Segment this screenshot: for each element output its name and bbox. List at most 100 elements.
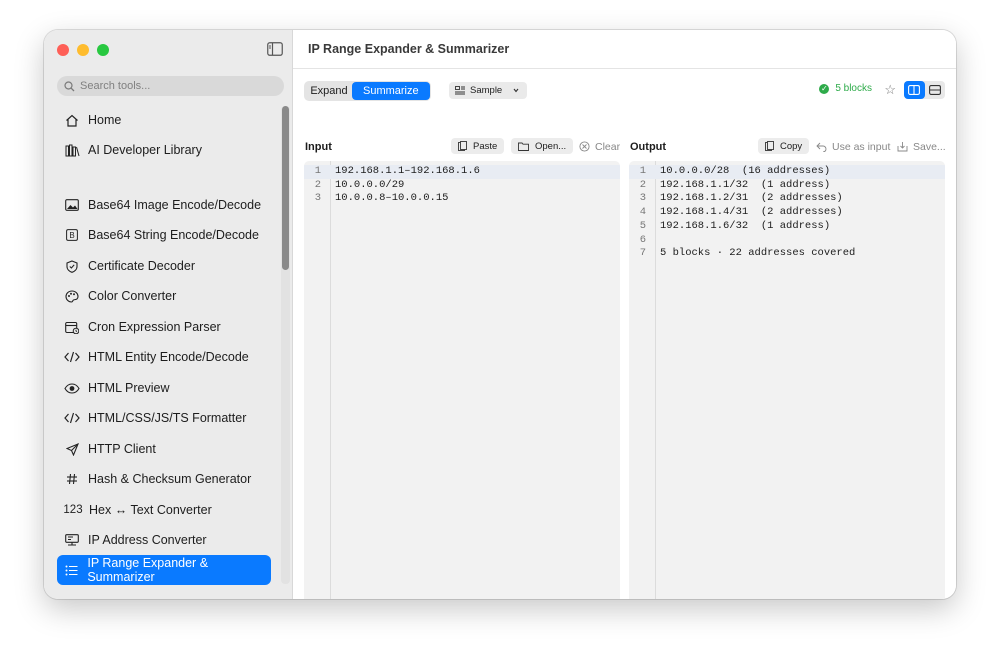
sample-dropdown[interactable]: Sample (449, 82, 528, 99)
code-line: 3 10.0.0.8–10.0.0.15 (304, 192, 620, 206)
use-as-input-button[interactable]: Use as input (816, 139, 890, 154)
palette-icon (64, 288, 80, 304)
status-badge: ✓ 5 blocks (819, 83, 872, 94)
folder-icon (518, 142, 529, 151)
sidebar-item-html-preview[interactable]: HTML Preview (57, 373, 271, 403)
input-label: Input (305, 141, 332, 153)
send-icon (64, 441, 80, 457)
network-icon (64, 532, 80, 548)
sidebar-item-html-css-js-ts-formatter[interactable]: HTML/CSS/JS/TS Formatter (57, 403, 271, 433)
favorite-star-icon[interactable]: ☆ (884, 82, 896, 98)
sidebar-item-label: Hash & Checksum Generator (88, 472, 252, 486)
app-window: Home AI Developer Library Base64 Image Enc… (44, 30, 956, 599)
code-icon (64, 410, 80, 426)
save-button[interactable]: Save... (897, 139, 946, 154)
b-icon: B (64, 227, 80, 243)
undo-arrow-icon (816, 142, 827, 152)
sidebar-item-label: Base64 String Encode/Decode (88, 228, 259, 242)
layout-toggle[interactable] (904, 81, 945, 99)
sidebar-toggle-icon[interactable] (267, 42, 283, 56)
clear-label: Clear (595, 140, 621, 153)
code-line: 4 192.168.1.4/31 (2 addresses) (629, 206, 945, 220)
123-icon: 123 (63, 504, 83, 516)
search-box[interactable] (57, 76, 284, 96)
sidebar: Home AI Developer Library Base64 Image Enc… (44, 30, 293, 599)
svg-text:B: B (69, 231, 74, 240)
home-icon (64, 112, 80, 128)
sidebar-item-ip-address-converter[interactable]: IP Address Converter (57, 525, 271, 555)
sidebar-item-html-entity-encode-decode[interactable]: HTML Entity Encode/Decode (57, 342, 271, 372)
sidebar-item-home[interactable]: Home (57, 105, 271, 135)
code-text: 192.168.1.2/31 (2 addresses) (660, 192, 843, 205)
open-button[interactable]: Open... (511, 138, 574, 154)
sidebar-item-ai-developer-library[interactable]: AI Developer Library (57, 135, 271, 165)
split-vertical-button[interactable] (904, 81, 925, 99)
sidebar-scrollbar[interactable] (282, 106, 289, 270)
shield-check-icon (64, 258, 80, 274)
sidebar-item-label: IP Range Expander & Summarizer (87, 556, 209, 584)
code-line: 2 192.168.1.1/32 (1 address) (629, 179, 945, 193)
line-number: 1 (639, 165, 646, 177)
library-icon (64, 142, 80, 158)
minimize-window-button[interactable] (77, 44, 89, 56)
sidebar-item-certificate-decoder[interactable]: Certificate Decoder (57, 251, 271, 281)
code-text: 192.168.1.1/32 (1 address) (660, 178, 831, 191)
main-content: Expand Summarize Sample ✓ 5 blocks ☆ Inp… (293, 69, 956, 599)
paste-label: Paste (473, 140, 498, 152)
code-text: 192.168.1.1–192.168.1.6 (335, 165, 480, 177)
paste-button[interactable]: Paste (451, 138, 505, 154)
clipboard-icon (458, 140, 467, 151)
sidebar-item-cron-expression-parser[interactable]: Cron Expression Parser (57, 312, 271, 342)
save-label: Save... (913, 140, 946, 153)
sidebar-item-hash-checksum-generator[interactable]: Hash & Checksum Generator (57, 464, 271, 494)
sidebar-item-hex-text-converter[interactable]: 123 Hex ↔ Text Converter (57, 495, 271, 525)
line-number: 3 (314, 192, 321, 205)
sidebar-item-label: Color Converter (88, 289, 177, 303)
search-input[interactable] (80, 80, 270, 92)
eye-icon (64, 380, 80, 396)
tab-summarize[interactable]: Summarize (352, 82, 430, 100)
sidebar-item-label: HTTP Client (88, 442, 156, 456)
output-editor[interactable]: 1 10.0.0.0/28 (16 addresses) 2 192.168.1.1/… (629, 161, 945, 599)
search-icon (64, 80, 75, 91)
sidebar-item-http-client[interactable]: HTTP Client (57, 434, 271, 464)
tab-expand[interactable]: Expand (305, 82, 352, 100)
sample-icon (455, 86, 465, 95)
sidebar-item-color-converter[interactable]: Color Converter (57, 281, 271, 311)
list-icon (64, 562, 79, 578)
line-number: 2 (639, 178, 646, 191)
sidebar-item-label: Base64 Image Encode/Decode (88, 198, 262, 212)
line-number: 1 (314, 165, 321, 177)
use-as-input-label: Use as input (832, 140, 891, 153)
titlebar: IP Range Expander & Summarizer (293, 30, 956, 69)
columns-icon (908, 85, 921, 95)
line-number: 7 (639, 247, 646, 260)
line-number-gutter (304, 161, 331, 599)
code-line: 2 10.0.0.0/29 (304, 179, 620, 193)
line-number: 3 (639, 192, 646, 205)
code-line: 1 192.168.1.1–192.168.1.6 (304, 165, 620, 179)
code-line: 1 10.0.0.0/28 (16 addresses) (629, 165, 945, 179)
image-icon (64, 197, 80, 213)
mode-segmented-control[interactable]: Expand Summarize (304, 81, 431, 101)
open-label: Open... (535, 140, 567, 152)
sidebar-item-base64-string-encode-decode[interactable]: B Base64 String Encode/Decode (57, 220, 271, 250)
zoom-window-button[interactable] (97, 44, 109, 56)
sidebar-item-label: Home (88, 113, 122, 127)
copy-button[interactable]: Copy (758, 138, 810, 154)
input-editor[interactable]: 1 192.168.1.1–192.168.1.6 2 10.0.0.0/29 3 10.… (304, 161, 620, 599)
code-text: 192.168.1.6/32 (1 address) (660, 219, 831, 232)
hash-icon (64, 471, 80, 487)
sidebar-item-label: Hex ↔ Text Converter (89, 503, 212, 517)
clear-button[interactable]: Clear (579, 139, 620, 154)
output-label: Output (630, 141, 667, 153)
code-text: 10.0.0.8–10.0.0.15 (335, 192, 449, 205)
line-number: 2 (314, 178, 321, 191)
code-line: 6 (629, 234, 945, 248)
rows-icon (928, 85, 941, 95)
close-window-button[interactable] (57, 44, 69, 56)
split-horizontal-button[interactable] (925, 81, 946, 99)
sidebar-item-ip-range-expander-summarizer[interactable]: IP Range Expander & Summarizer (57, 555, 271, 585)
sidebar-item-base64-image-encode-decode[interactable]: Base64 Image Encode/Decode (57, 190, 271, 220)
line-number: 6 (639, 233, 646, 246)
